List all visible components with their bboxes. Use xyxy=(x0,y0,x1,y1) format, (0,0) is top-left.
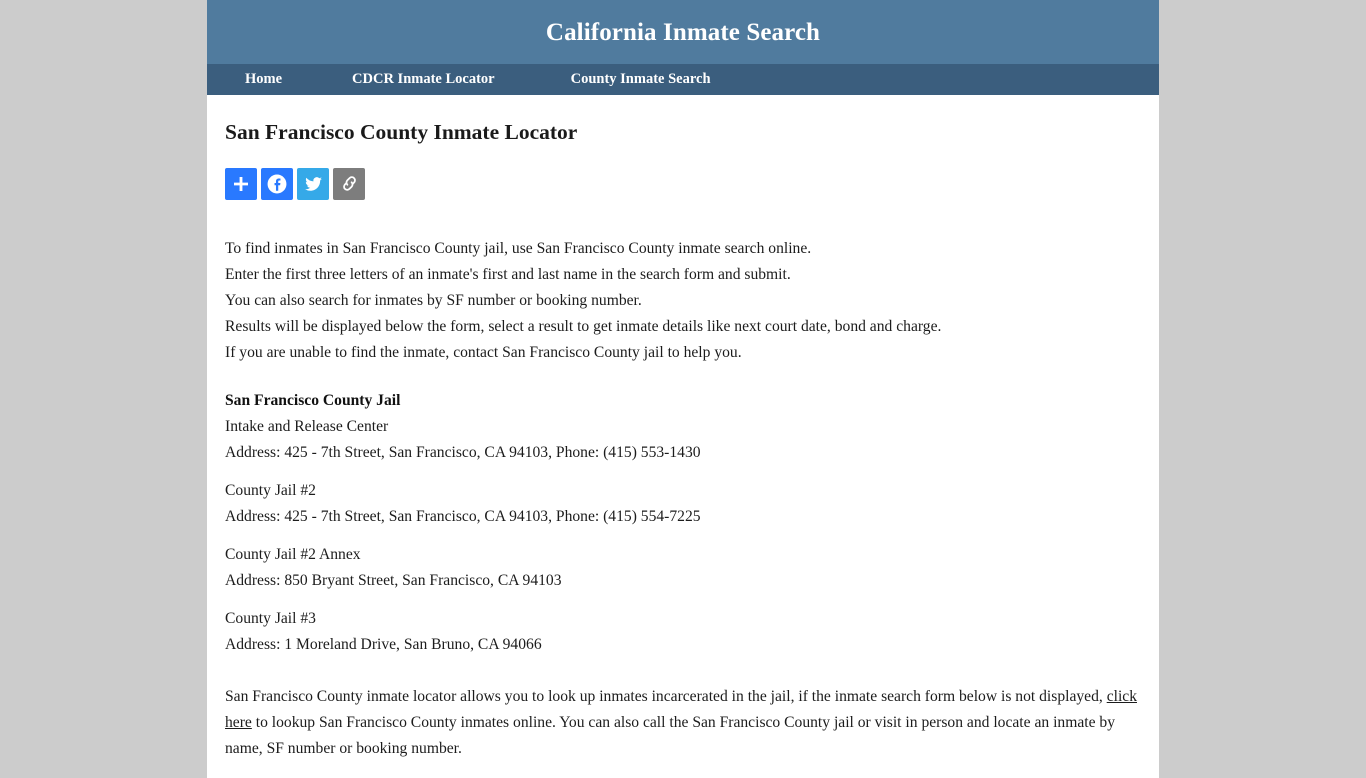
facility-address: Address: 425 - 7th Street, San Francisco… xyxy=(225,507,701,525)
facility-name: Intake and Release Center xyxy=(225,417,389,435)
facility-name: County Jail #3 xyxy=(225,609,316,627)
facebook-share-button[interactable] xyxy=(261,167,293,200)
jail-facility: County Jail #2 Address: 425 - 7th Street… xyxy=(225,478,1141,530)
facility-address: Address: 1 Moreland Drive, San Bruno, CA… xyxy=(225,635,542,653)
page-title: San Francisco County Inmate Locator xyxy=(225,120,578,144)
copy-link-icon xyxy=(339,173,360,194)
intro-line: Results will be displayed below the form… xyxy=(225,317,942,335)
jail-information-block: San Francisco County Jail Intake and Rel… xyxy=(225,388,1141,658)
copy-link-button[interactable] xyxy=(333,167,365,200)
content-area: San Francisco County Inmate Locator To f… xyxy=(207,95,1159,762)
nav-item-county-inmate-search[interactable]: County Inmate Search xyxy=(571,64,711,95)
jail-facility: County Jail #3 Address: 1 Moreland Drive… xyxy=(225,606,1141,658)
site-masthead: California Inmate Search xyxy=(207,0,1159,64)
closing-paragraph: San Francisco County inmate locator allo… xyxy=(225,684,1143,762)
main-navigation: Home CDCR Inmate Locator County Inmate S… xyxy=(207,64,1159,95)
facebook-icon xyxy=(266,173,288,195)
intro-line: If you are unable to find the inmate, co… xyxy=(225,343,742,361)
twitter-share-button[interactable] xyxy=(297,167,329,200)
facility-address: Address: 850 Bryant Street, San Francisc… xyxy=(225,571,562,589)
nav-item-home[interactable]: Home xyxy=(245,64,282,95)
jail-facility: County Jail #2 Annex Address: 850 Bryant… xyxy=(225,542,1141,594)
share-button-row xyxy=(225,167,1141,200)
page-container: California Inmate Search Home CDCR Inmat… xyxy=(207,0,1159,778)
site-title: California Inmate Search xyxy=(545,18,821,46)
intro-paragraph-block: To find inmates in San Francisco County … xyxy=(225,236,1141,366)
intro-line: To find inmates in San Francisco County … xyxy=(225,239,812,257)
closing-text-part1: San Francisco County inmate locator allo… xyxy=(225,687,1107,705)
facility-address: Address: 425 - 7th Street, San Francisco… xyxy=(225,443,701,461)
share-plus-icon xyxy=(231,174,251,194)
jail-facility: Intake and Release Center Address: 425 -… xyxy=(225,414,1141,466)
nav-item-cdcr-inmate-locator[interactable]: CDCR Inmate Locator xyxy=(352,64,495,95)
closing-text-part2: to lookup San Francisco County inmates o… xyxy=(225,713,1115,757)
twitter-icon xyxy=(303,173,324,194)
facility-name: County Jail #2 Annex xyxy=(225,545,361,563)
facility-name: County Jail #2 xyxy=(225,481,316,499)
intro-line: Enter the first three letters of an inma… xyxy=(225,265,791,283)
jail-section-title: San Francisco County Jail xyxy=(225,391,401,409)
intro-line: You can also search for inmates by SF nu… xyxy=(225,291,642,309)
share-plus-button[interactable] xyxy=(225,167,257,200)
